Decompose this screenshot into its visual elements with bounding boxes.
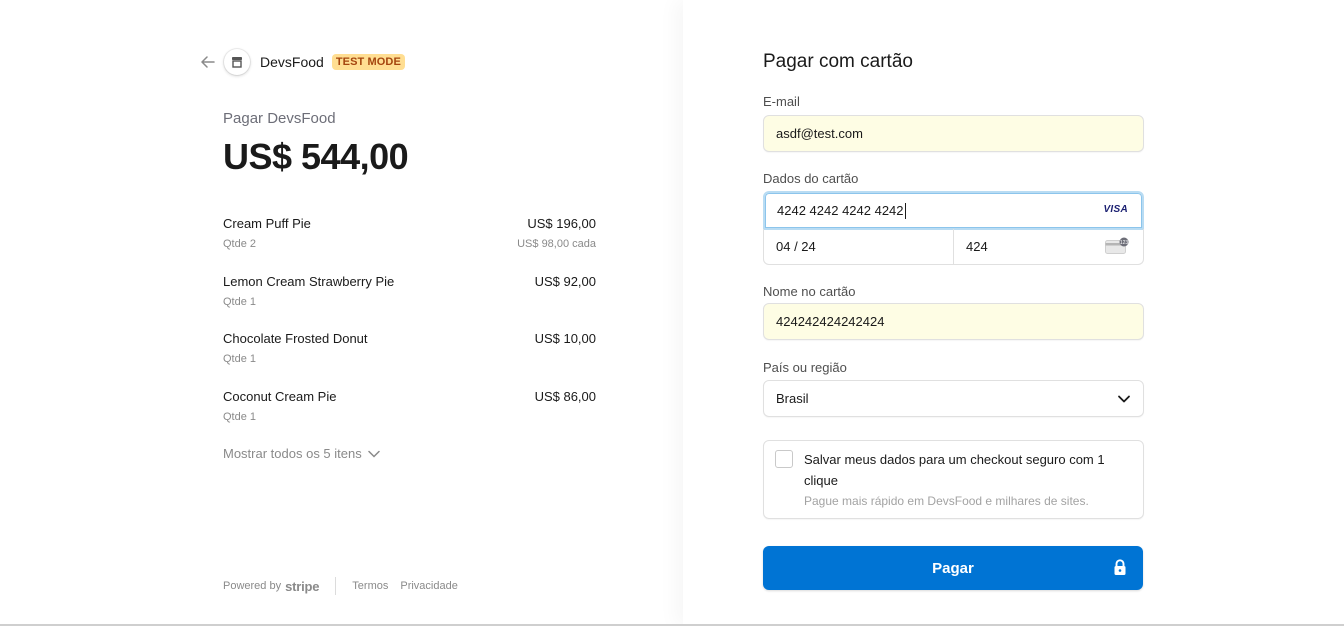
item-quantity: Qtde 1	[223, 410, 257, 423]
save-info-subtitle: Pague mais rápido em DevsFood e milhares…	[804, 494, 1089, 508]
country-value: Brasil	[776, 391, 809, 406]
expiry-field[interactable]: 04 / 24	[764, 229, 953, 264]
item-price: US$ 92,00	[534, 273, 596, 289]
card-number-field[interactable]: 4242 4242 4242 4242 VISA	[763, 191, 1144, 230]
save-info-checkbox[interactable]	[775, 450, 793, 468]
visa-icon: VISA	[1103, 204, 1128, 215]
terms-link[interactable]: Termos	[352, 580, 388, 592]
pay-button-label: Pagar	[932, 559, 974, 577]
chevron-down-icon	[1117, 392, 1131, 406]
line-item: Chocolate Frosted Donut US$ 10,00 Qtde 1	[223, 331, 596, 389]
item-price: US$ 196,00	[527, 216, 596, 231]
cardholder-name-value: 424242424242424	[776, 314, 885, 329]
country-label: País ou região	[763, 360, 847, 375]
line-item: Cream Puff Pie US$ 196,00 Qtde 2 US$ 98,…	[223, 216, 596, 274]
item-name: Chocolate Frosted Donut	[223, 331, 368, 346]
show-all-label: Mostrar todos os 5 itens	[223, 446, 362, 461]
form-title: Pagar com cartão	[763, 51, 913, 72]
item-quantity: Qtde 1	[223, 353, 257, 365]
powered-by-label: Powered by	[223, 580, 282, 592]
line-item: Coconut Cream Pie US$ 86,00 Qtde 1	[223, 389, 596, 447]
email-value: asdf@test.com	[776, 126, 863, 141]
stripe-logo: stripe	[285, 578, 320, 594]
save-info-box: Salvar meus dados para um checkout segur…	[763, 440, 1144, 519]
pay-button[interactable]: Pagar	[763, 546, 1143, 590]
chevron-down-icon	[367, 450, 380, 458]
total-amount: US$ 544,00	[223, 136, 409, 177]
store-icon	[224, 49, 250, 75]
test-mode-badge: TEST MODE	[331, 54, 405, 70]
item-name: Cream Puff Pie	[223, 216, 311, 231]
item-quantity: Qtde 2	[223, 238, 257, 250]
show-all-items-button[interactable]: Mostrar todos os 5 itens	[223, 446, 380, 461]
cvc-field[interactable]: 424 123	[953, 229, 1143, 264]
save-info-title: Salvar meus dados para um checkout segur…	[804, 452, 1105, 488]
back-arrow-icon[interactable]	[200, 54, 216, 70]
card-info-label: Dados do cartão	[763, 171, 859, 186]
item-price: US$ 86,00	[534, 388, 596, 404]
svg-text:123: 123	[1120, 240, 1129, 246]
merchant-name: DevsFood	[260, 54, 324, 70]
card-number-value: 4242 4242 4242 4242	[777, 203, 904, 218]
powered-by-stripe[interactable]: Powered by stripe	[223, 579, 319, 594]
card-details-row: 04 / 24 424 123	[763, 229, 1144, 265]
cardholder-name-field[interactable]: 424242424242424	[763, 303, 1144, 340]
country-select[interactable]: Brasil	[763, 380, 1144, 417]
item-unit-price: US$ 98,00 cada	[517, 238, 596, 250]
lock-icon	[1113, 559, 1127, 580]
order-summary-panel: DevsFood TEST MODE Pagar DevsFood US$ 54…	[0, 0, 683, 626]
text-caret	[904, 202, 906, 219]
footer: Powered by stripe Termos Privacidade	[223, 576, 470, 596]
expiry-value: 04 / 24	[776, 239, 816, 254]
cvc-card-icon: 123	[1105, 237, 1129, 257]
cvc-value: 424	[966, 239, 988, 254]
line-items: Cream Puff Pie US$ 196,00 Qtde 2 US$ 98,…	[223, 216, 596, 446]
item-price: US$ 10,00	[534, 331, 596, 346]
item-name: Coconut Cream Pie	[223, 388, 337, 404]
email-field[interactable]: asdf@test.com	[763, 115, 1144, 152]
item-quantity: Qtde 1	[223, 295, 257, 308]
pay-merchant-label: Pagar DevsFood	[223, 110, 336, 127]
item-name: Lemon Cream Strawberry Pie	[223, 273, 395, 289]
cardholder-name-label: Nome no cartão	[763, 284, 856, 299]
line-item: Lemon Cream Strawberry Pie US$ 92,00 Qtd…	[223, 274, 596, 332]
privacy-link[interactable]: Privacidade	[400, 580, 457, 592]
footer-divider	[335, 577, 337, 595]
merchant-header: DevsFood TEST MODE	[200, 49, 405, 75]
email-label: E-mail	[763, 94, 800, 109]
